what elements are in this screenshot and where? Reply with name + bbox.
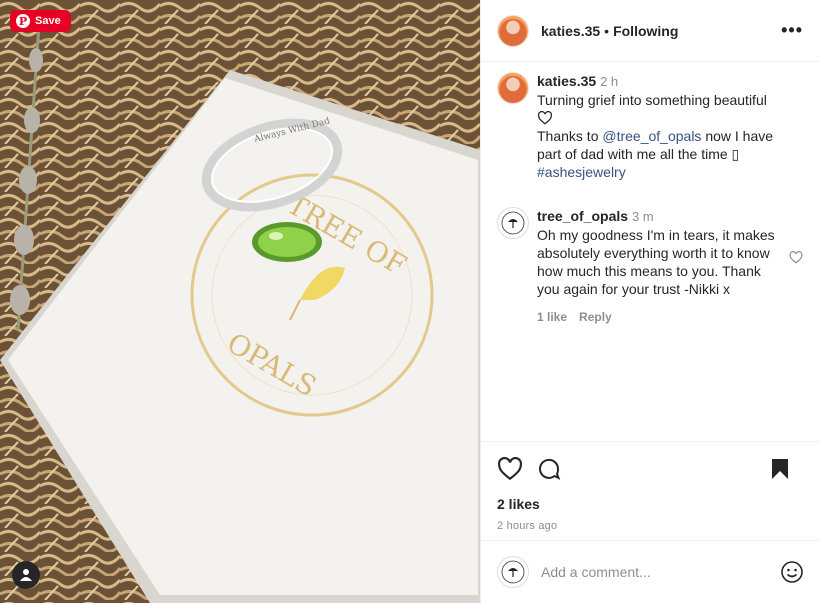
reply-comment: tree_of_opals 3 m Oh my goodness I'm in …: [497, 207, 803, 326]
post-actions: 2 likes 2 hours ago: [481, 441, 819, 532]
caption-line1: Turning grief into something beautiful: [537, 92, 767, 108]
reply-likes[interactable]: 1 like: [537, 308, 567, 326]
save-label: Save: [35, 15, 61, 27]
bookmark-icon[interactable]: [770, 457, 790, 481]
reply-button[interactable]: Reply: [579, 308, 612, 326]
author-avatar[interactable]: [497, 14, 529, 47]
author-username[interactable]: katies.35: [541, 23, 600, 39]
likes-count[interactable]: 2 likes: [497, 496, 804, 512]
following-button[interactable]: Following: [613, 23, 678, 39]
mention-link[interactable]: @tree_of_opals: [602, 128, 701, 144]
comment-heart-icon[interactable]: [789, 251, 803, 264]
hashtag-link[interactable]: #ashesjewelry: [537, 164, 626, 180]
pinterest-icon: P: [16, 14, 30, 28]
more-dots-icon[interactable]: •••: [781, 20, 803, 41]
user-icon: [20, 569, 32, 581]
composer-avatar: [497, 556, 529, 588]
separator-dot: •: [604, 22, 610, 39]
caption-avatar[interactable]: [497, 72, 529, 104]
reply-text: Oh my goodness I'm in tears, it makes ab…: [537, 227, 775, 297]
caption-text-mid: Thanks to: [537, 128, 603, 144]
missing-glyph: ▯: [731, 146, 740, 162]
like-heart-icon[interactable]: [497, 457, 523, 481]
tagged-user-button[interactable]: [12, 561, 40, 589]
tree-logo-icon: [501, 211, 525, 235]
caption-username[interactable]: katies.35: [537, 73, 596, 89]
add-comment-input[interactable]: Add a comment...: [541, 564, 780, 580]
tree-of-opals-avatar[interactable]: [497, 207, 529, 239]
post-side-panel: katies.35 • Following ••• katies.35 2 h …: [480, 0, 819, 603]
reply-username[interactable]: tree_of_opals: [537, 208, 628, 224]
reply-time: 3 m: [631, 209, 654, 224]
post-timestamp: 2 hours ago: [497, 520, 558, 532]
caption-time: 2 h: [600, 74, 619, 89]
pinterest-save-button[interactable]: P Save: [10, 10, 71, 32]
comments-list: katies.35 2 h Turning grief into somethi…: [481, 62, 819, 441]
comment-composer: Add a comment...: [481, 540, 819, 603]
post-photo[interactable]: TREE OF OPALS Always With Dad P Save: [0, 0, 480, 603]
heart-outline-icon[interactable]: [537, 110, 553, 125]
post-header: katies.35 • Following •••: [481, 0, 819, 62]
photo-image: TREE OF OPALS Always With Dad: [0, 0, 480, 603]
tree-logo-icon: [501, 560, 525, 584]
emoji-icon[interactable]: [780, 560, 804, 584]
caption-comment: katies.35 2 h Turning grief into somethi…: [497, 72, 803, 181]
comment-bubble-icon[interactable]: [537, 457, 561, 481]
